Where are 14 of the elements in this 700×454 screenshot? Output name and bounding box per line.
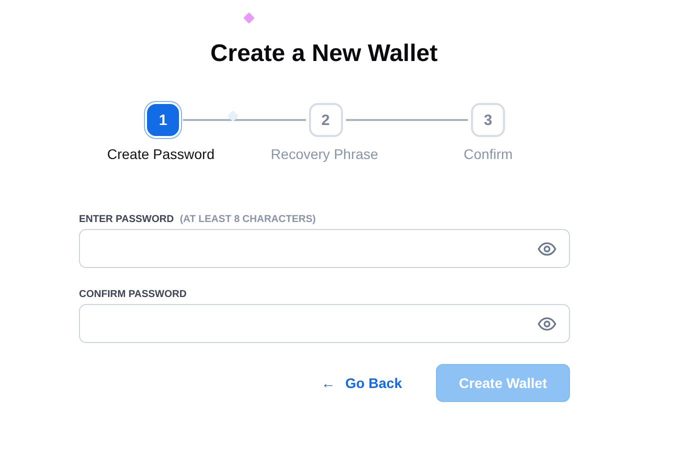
password-field[interactable] bbox=[79, 304, 570, 343]
step-number: 1 bbox=[147, 104, 179, 136]
step-label: Confirm bbox=[464, 146, 513, 162]
go-back-link[interactable]: ← Go Back bbox=[321, 375, 402, 391]
field-hint: (AT LEAST 8 CHARACTERS) bbox=[180, 214, 316, 225]
page-title: Create a New Wallet bbox=[210, 39, 438, 69]
field-label: ENTER PASSWORD bbox=[79, 214, 174, 225]
password-field[interactable] bbox=[79, 229, 570, 268]
step-number: 2 bbox=[308, 103, 342, 137]
step-label: Recovery Phrase bbox=[270, 146, 378, 162]
step-label: Create Password bbox=[107, 146, 215, 162]
field-label: CONFIRM PASSWORD bbox=[79, 289, 187, 300]
step-number: 3 bbox=[471, 103, 505, 137]
arrow-icon: ← bbox=[321, 375, 336, 391]
